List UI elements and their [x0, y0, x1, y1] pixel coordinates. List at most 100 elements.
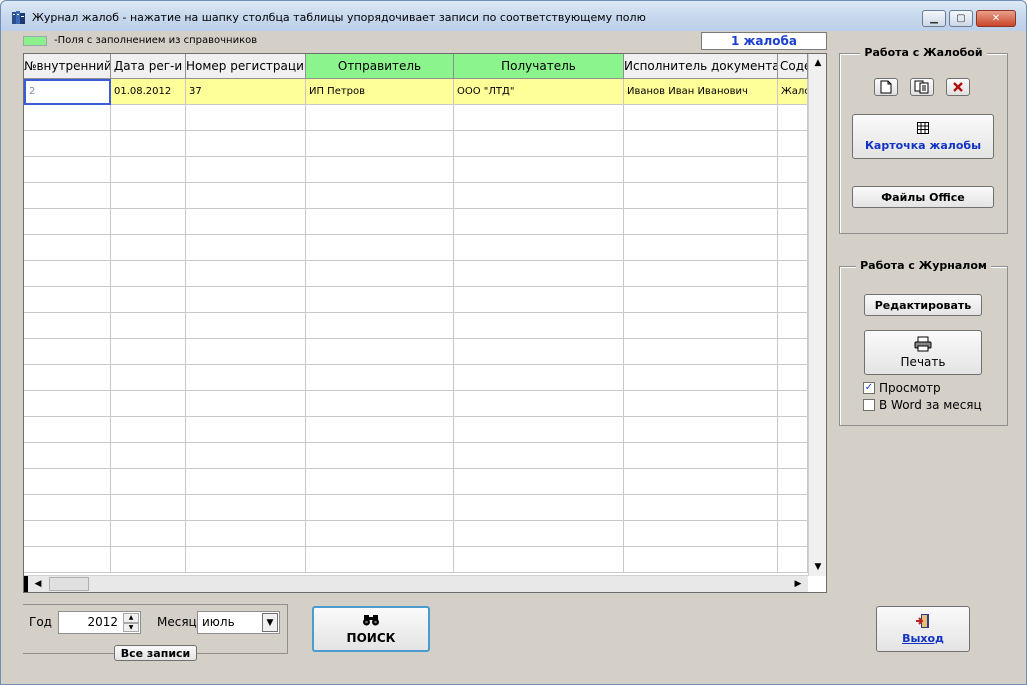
empty-cell[interactable] [24, 547, 111, 573]
empty-cell[interactable] [186, 131, 306, 157]
empty-cell[interactable] [111, 547, 186, 573]
maximize-button[interactable]: ▢ [949, 10, 973, 27]
empty-cell[interactable] [306, 547, 454, 573]
empty-cell[interactable] [186, 339, 306, 365]
empty-cell[interactable] [111, 391, 186, 417]
empty-cell[interactable] [624, 521, 778, 547]
empty-cell[interactable] [778, 469, 808, 495]
empty-cell[interactable] [454, 183, 624, 209]
empty-row[interactable] [24, 521, 808, 547]
empty-cell[interactable] [454, 235, 624, 261]
empty-cell[interactable] [454, 391, 624, 417]
empty-cell[interactable] [186, 443, 306, 469]
empty-cell[interactable] [306, 261, 454, 287]
empty-cell[interactable] [624, 105, 778, 131]
empty-cell[interactable] [624, 131, 778, 157]
empty-cell[interactable] [778, 183, 808, 209]
empty-cell[interactable] [24, 365, 111, 391]
empty-cell[interactable] [306, 443, 454, 469]
empty-row[interactable] [24, 391, 808, 417]
empty-cell[interactable] [24, 105, 111, 131]
empty-cell[interactable] [306, 313, 454, 339]
empty-row[interactable] [24, 183, 808, 209]
empty-cell[interactable] [624, 495, 778, 521]
empty-cell[interactable] [624, 365, 778, 391]
empty-cell[interactable] [454, 157, 624, 183]
table-row[interactable]: 2 01.08.2012 37 ИП Петров ООО "ЛТД" Иван… [24, 79, 808, 105]
empty-cell[interactable] [306, 131, 454, 157]
empty-cell[interactable] [778, 391, 808, 417]
empty-cell[interactable] [186, 209, 306, 235]
office-files-button[interactable]: Файлы Office [852, 186, 994, 208]
empty-cell[interactable] [111, 469, 186, 495]
empty-row[interactable] [24, 157, 808, 183]
empty-cell[interactable] [24, 495, 111, 521]
empty-cell[interactable] [186, 547, 306, 573]
empty-cell[interactable] [111, 495, 186, 521]
empty-cell[interactable] [306, 339, 454, 365]
empty-cell[interactable] [624, 183, 778, 209]
empty-cell[interactable] [111, 105, 186, 131]
empty-row[interactable] [24, 365, 808, 391]
empty-cell[interactable] [306, 183, 454, 209]
empty-cell[interactable] [186, 391, 306, 417]
preview-checkbox[interactable]: ✓ Просмотр [863, 381, 941, 395]
empty-cell[interactable] [454, 261, 624, 287]
cell-reg-date[interactable]: 01.08.2012 [111, 79, 186, 105]
empty-cell[interactable] [186, 157, 306, 183]
empty-cell[interactable] [778, 365, 808, 391]
empty-row[interactable] [24, 131, 808, 157]
empty-cell[interactable] [624, 209, 778, 235]
empty-cell[interactable] [778, 521, 808, 547]
month-select[interactable]: июль ▼ [197, 611, 280, 634]
empty-cell[interactable] [306, 521, 454, 547]
empty-cell[interactable] [454, 521, 624, 547]
empty-cell[interactable] [624, 443, 778, 469]
empty-cell[interactable] [306, 287, 454, 313]
empty-cell[interactable] [24, 391, 111, 417]
empty-row[interactable] [24, 287, 808, 313]
empty-cell[interactable] [186, 521, 306, 547]
vertical-scrollbar[interactable]: ▲ ▼ [808, 54, 826, 576]
empty-cell[interactable] [24, 131, 111, 157]
empty-cell[interactable] [454, 131, 624, 157]
empty-cell[interactable] [24, 235, 111, 261]
empty-cell[interactable] [111, 521, 186, 547]
empty-cell[interactable] [24, 469, 111, 495]
empty-cell[interactable] [778, 547, 808, 573]
empty-cell[interactable] [24, 209, 111, 235]
cell-recipient[interactable]: ООО "ЛТД" [454, 79, 624, 105]
empty-cell[interactable] [778, 131, 808, 157]
empty-cell[interactable] [306, 105, 454, 131]
empty-cell[interactable] [186, 287, 306, 313]
empty-cell[interactable] [624, 157, 778, 183]
empty-row[interactable] [24, 105, 808, 131]
empty-cell[interactable] [24, 261, 111, 287]
word-month-check-box[interactable] [863, 399, 875, 411]
empty-cell[interactable] [778, 261, 808, 287]
empty-cell[interactable] [624, 417, 778, 443]
cell-internal-number[interactable]: 2 [24, 79, 111, 105]
cell-reg-number[interactable]: 37 [186, 79, 306, 105]
empty-row[interactable] [24, 339, 808, 365]
empty-cell[interactable] [24, 443, 111, 469]
scroll-left-icon[interactable]: ◀ [30, 576, 46, 592]
empty-cell[interactable] [454, 365, 624, 391]
empty-row[interactable] [24, 209, 808, 235]
empty-cell[interactable] [24, 521, 111, 547]
close-window-button[interactable]: ✕ [976, 10, 1016, 27]
empty-cell[interactable] [186, 495, 306, 521]
cell-executor[interactable]: Иванов Иван Иванович [624, 79, 778, 105]
empty-cell[interactable] [624, 313, 778, 339]
empty-cell[interactable] [111, 417, 186, 443]
horizontal-scrollbar[interactable]: ◀ ▶ [24, 575, 808, 592]
empty-cell[interactable] [111, 235, 186, 261]
empty-cell[interactable] [111, 443, 186, 469]
empty-cell[interactable] [24, 339, 111, 365]
empty-cell[interactable] [186, 469, 306, 495]
empty-cell[interactable] [454, 105, 624, 131]
empty-cell[interactable] [624, 469, 778, 495]
empty-row[interactable] [24, 417, 808, 443]
empty-cell[interactable] [778, 209, 808, 235]
empty-cell[interactable] [454, 547, 624, 573]
